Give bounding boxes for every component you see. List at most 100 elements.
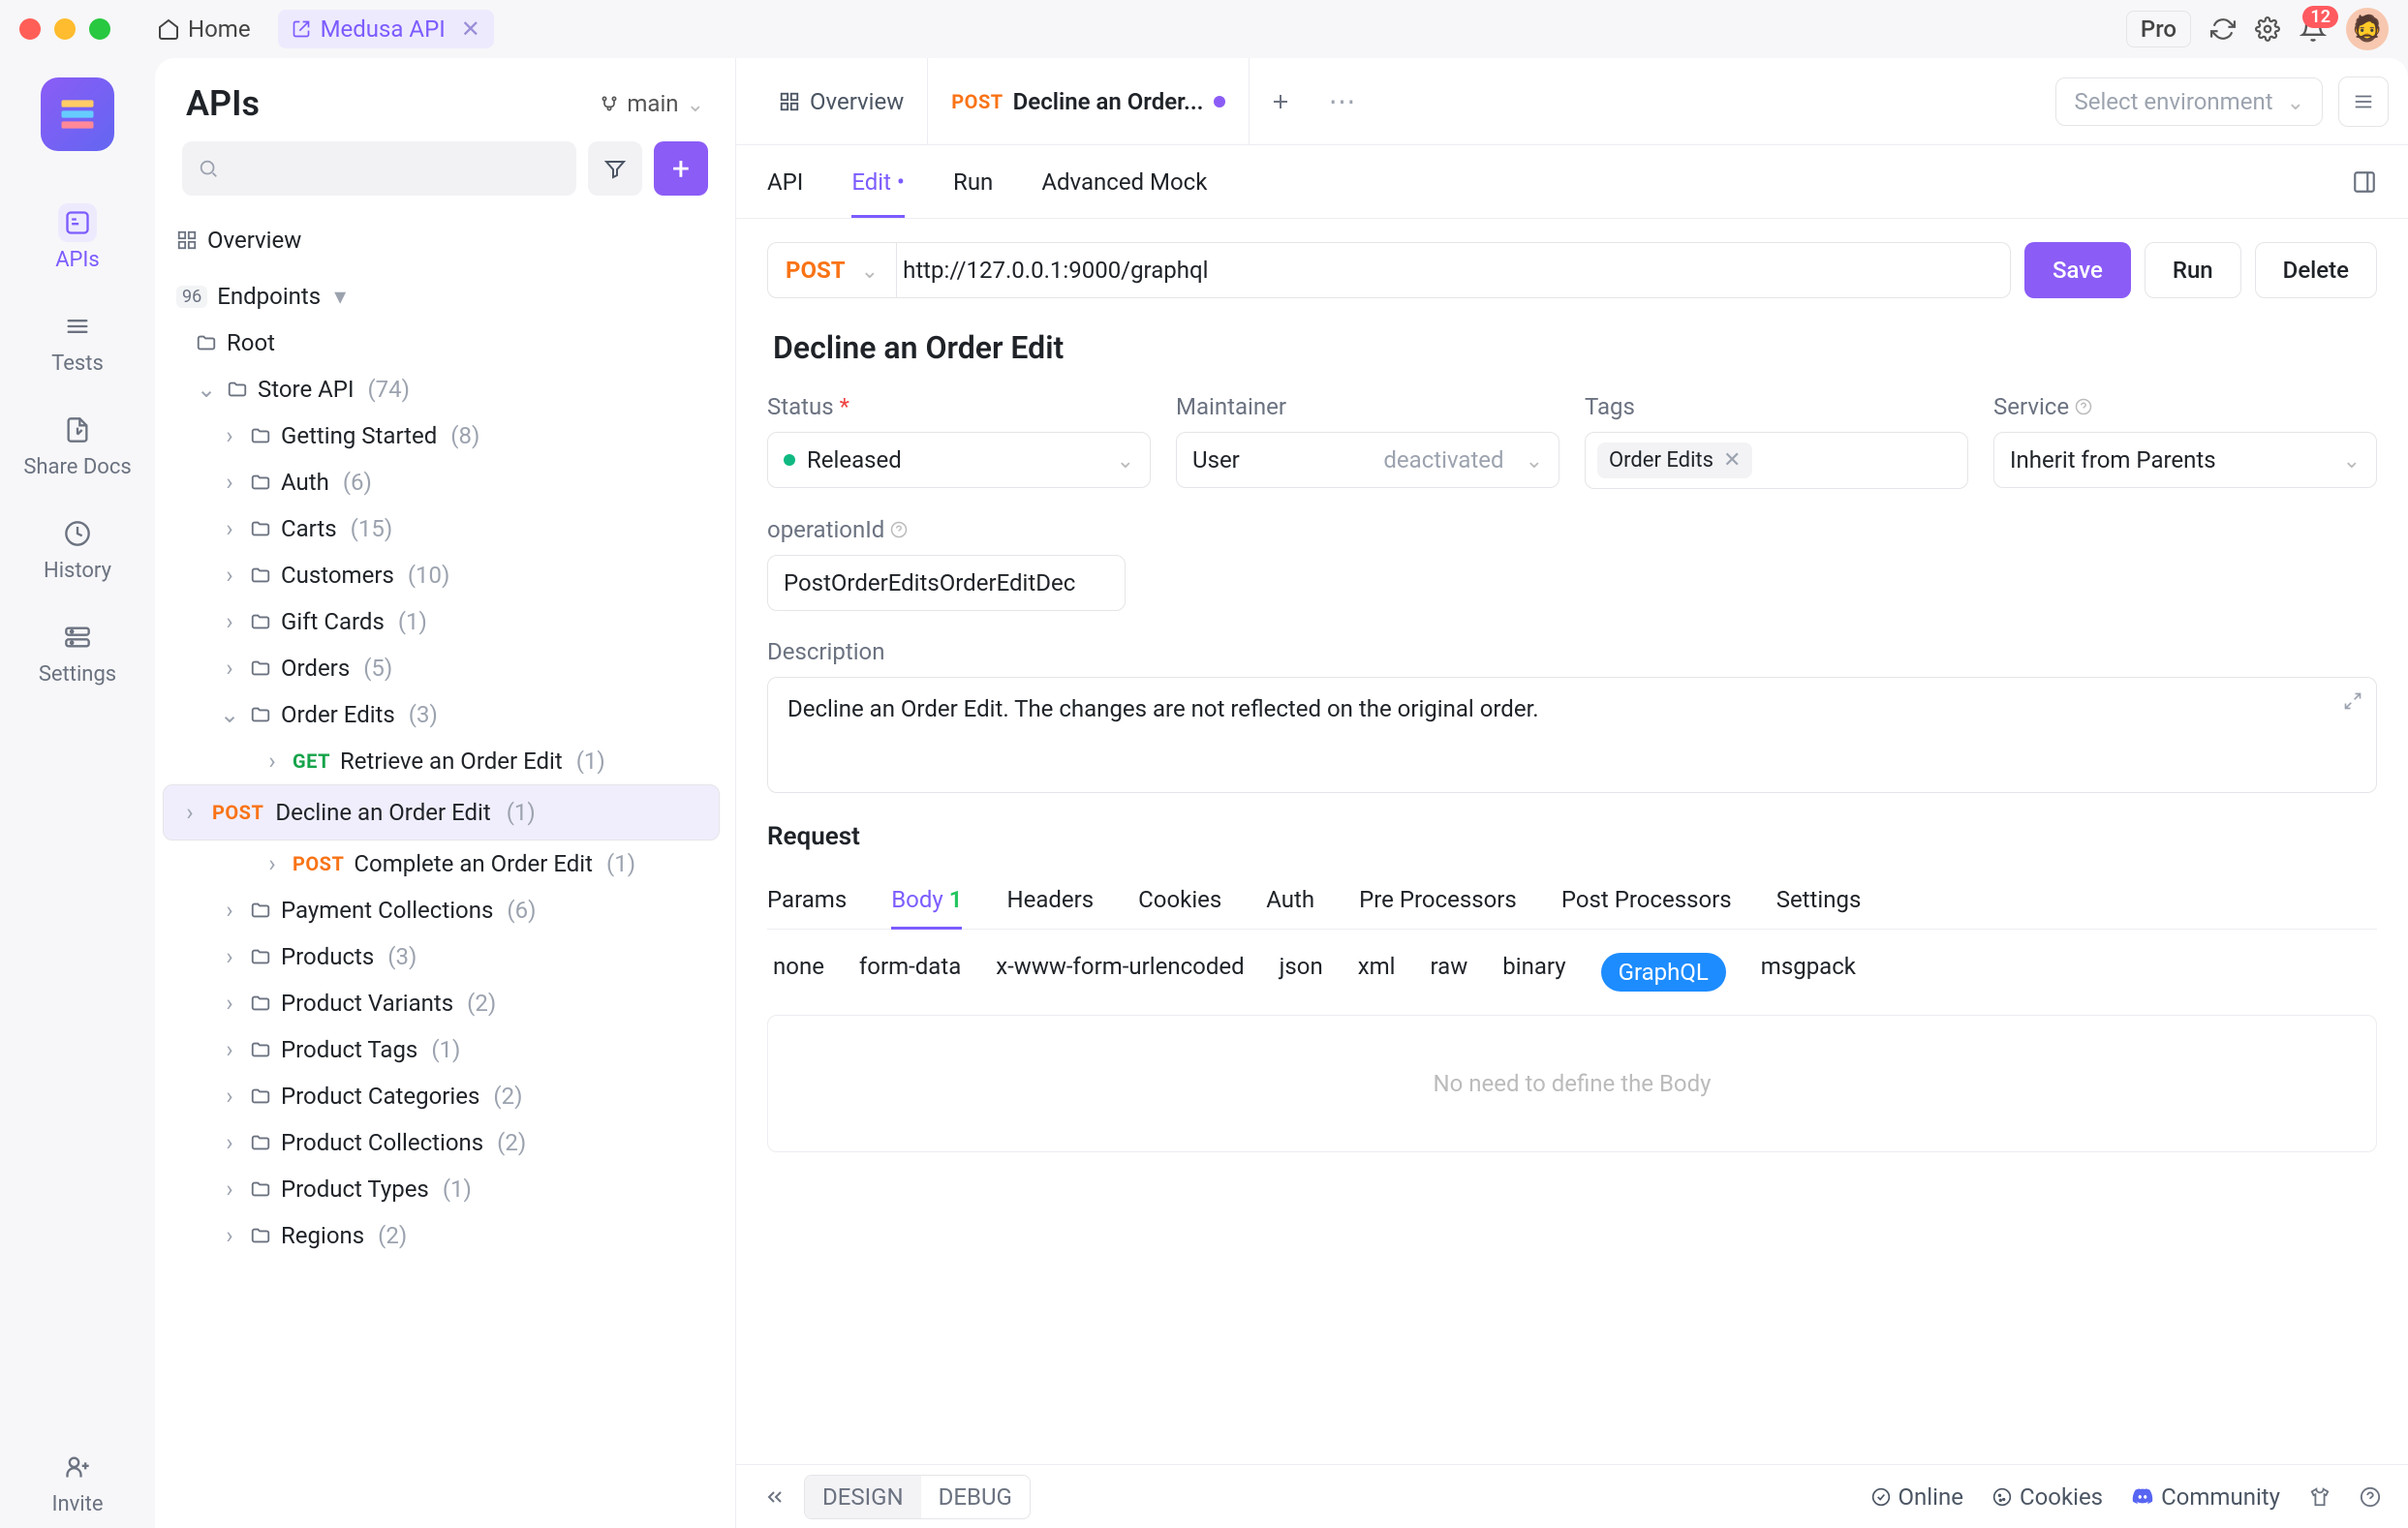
tree-folder[interactable]: › Orders (5) [163,645,720,691]
rail-tests[interactable]: Tests [0,295,155,387]
tag-chip: Order Edits ✕ [1597,443,1752,478]
window-minimize[interactable] [54,18,76,40]
window-close[interactable] [19,18,41,40]
tree-folder[interactable]: › Auth (6) [163,459,720,505]
opid-input[interactable]: PostOrderEditsOrderEditDec [767,555,1126,611]
add-button[interactable]: + [654,141,708,196]
tshirt-icon[interactable] [2309,1486,2331,1508]
window-zoom[interactable] [89,18,110,40]
tree-folder[interactable]: › Regions (2) [163,1212,720,1259]
project-tab[interactable]: Medusa API ✕ [278,10,494,48]
notifications-button[interactable]: 12 [2300,15,2327,43]
pro-badge[interactable]: Pro [2126,11,2191,47]
bodytype-binary[interactable]: binary [1502,953,1565,992]
chevron-right-icon: › [219,1176,240,1203]
gear-icon[interactable] [2255,16,2280,42]
delete-button[interactable]: Delete [2255,242,2377,298]
tree-order-edits[interactable]: ⌄ Order Edits (3) [163,691,720,738]
reqtab-auth[interactable]: Auth [1266,871,1314,929]
tree-folder[interactable]: › Product Tags (1) [163,1026,720,1073]
rail-history[interactable]: History [0,503,155,595]
tags-input[interactable]: Order Edits ✕ [1585,432,1968,489]
rail-apis[interactable]: APIs [0,192,155,284]
rail-settings[interactable]: Settings [0,606,155,698]
reqtab-pre-processors[interactable]: Pre Processors [1359,871,1517,929]
bodytype-json[interactable]: json [1280,953,1323,992]
bodytype-raw[interactable]: raw [1431,953,1468,992]
tree-folder[interactable]: › Products (3) [163,933,720,980]
reqtab-headers[interactable]: Headers [1006,871,1094,929]
bodytype-xml[interactable]: xml [1358,953,1396,992]
url-input[interactable]: http://127.0.0.1:9000/graphql [883,242,2011,298]
rail-share[interactable]: Share Docs [0,399,155,491]
description-input[interactable]: Decline an Order Edit. The changes are n… [767,677,2377,793]
folder-count: (2) [378,1222,407,1249]
tree-folder[interactable]: › Customers (10) [163,552,720,598]
tree-folder[interactable]: › Gift Cards (1) [163,598,720,645]
online-status[interactable]: Online [1871,1483,1963,1511]
tree-root[interactable]: Root [163,320,720,366]
subtab-edit[interactable]: Edit • [851,147,905,217]
tree-folder[interactable]: › Product Variants (2) [163,980,720,1026]
tree-folder[interactable]: › Carts (15) [163,505,720,552]
cookies-button[interactable]: Cookies [1992,1483,2103,1511]
subtab-run[interactable]: Run [953,147,993,217]
bodytype-x-www-form-urlencoded[interactable]: x-www-form-urlencoded [996,953,1244,992]
subtab-api[interactable]: API [767,147,803,217]
tree-folder[interactable]: › Product Collections (2) [163,1119,720,1166]
status-select[interactable]: Released [767,432,1151,488]
search-input[interactable] [182,141,576,196]
tag-value: Order Edits [1609,448,1713,473]
reqtab-cookies[interactable]: Cookies [1138,871,1221,929]
bodytype-none[interactable]: none [773,953,824,992]
reqtab-settings[interactable]: Settings [1776,871,1862,929]
tree-overview[interactable]: Overview [163,217,720,263]
reqtab-params[interactable]: Params [767,871,847,929]
tree-store-api[interactable]: ⌄ Store API (74) [163,366,720,413]
avatar[interactable]: 🧔 [2346,8,2389,50]
design-mode[interactable]: DESIGN [805,1476,921,1518]
bodytype-form-data[interactable]: form-data [859,953,961,992]
rail-invite[interactable]: Invite [0,1436,155,1528]
reqtab-body[interactable]: Body1 [891,871,962,929]
help-icon[interactable] [890,521,908,538]
subtab-mock[interactable]: Advanced Mock [1041,147,1207,217]
refresh-icon[interactable] [2210,16,2236,42]
panel-toggle[interactable] [2338,76,2389,127]
expand-icon[interactable] [2343,691,2362,711]
tree-folder[interactable]: › Getting Started (8) [163,413,720,459]
tree-folder[interactable]: › Product Categories (2) [163,1073,720,1119]
tree-folder[interactable]: › Payment Collections (6) [163,887,720,933]
service-select[interactable]: Inherit from Parents [1993,432,2377,488]
community-label: Community [2161,1483,2280,1511]
doctab-overview[interactable]: Overview [756,58,928,144]
save-button[interactable]: Save [2024,242,2131,298]
environment-select[interactable]: Select environment [2055,77,2323,126]
community-button[interactable]: Community [2132,1483,2280,1511]
more-tabs-button[interactable]: ⋯ [1312,58,1374,144]
tag-remove-icon[interactable]: ✕ [1723,448,1741,473]
doctab-active[interactable]: POST Decline an Order... [928,58,1249,144]
filter-button[interactable] [588,141,642,196]
branch-selector[interactable]: main [600,90,704,117]
help-icon[interactable] [2360,1486,2381,1508]
method-select[interactable]: POST [767,242,897,298]
tree-folder[interactable]: › Product Types (1) [163,1166,720,1212]
bodytype-GraphQL[interactable]: GraphQL [1601,953,1726,992]
debug-mode[interactable]: DEBUG [921,1476,1030,1518]
new-tab-button[interactable] [1250,58,1312,144]
help-icon[interactable] [2075,398,2092,415]
collapse-icon[interactable] [763,1485,787,1509]
maintainer-select[interactable]: User deactivated [1176,432,1559,488]
run-button[interactable]: Run [2145,242,2241,298]
bodytype-msgpack[interactable]: msgpack [1761,953,1856,992]
tree-endpoint[interactable]: › POST Decline an Order Edit (1) [163,784,720,840]
close-icon[interactable]: ✕ [461,15,480,43]
endpoint-count: (1) [507,799,536,826]
layout-toggle[interactable] [2352,169,2377,195]
tree-endpoint[interactable]: › GET Retrieve an Order Edit (1) [163,738,720,784]
reqtab-post-processors[interactable]: Post Processors [1561,871,1732,929]
tree-endpoint[interactable]: › POST Complete an Order Edit (1) [163,840,720,887]
tree-endpoints-header[interactable]: 96 Endpoints ▾ [163,273,720,320]
home-tab[interactable]: Home [143,10,264,48]
